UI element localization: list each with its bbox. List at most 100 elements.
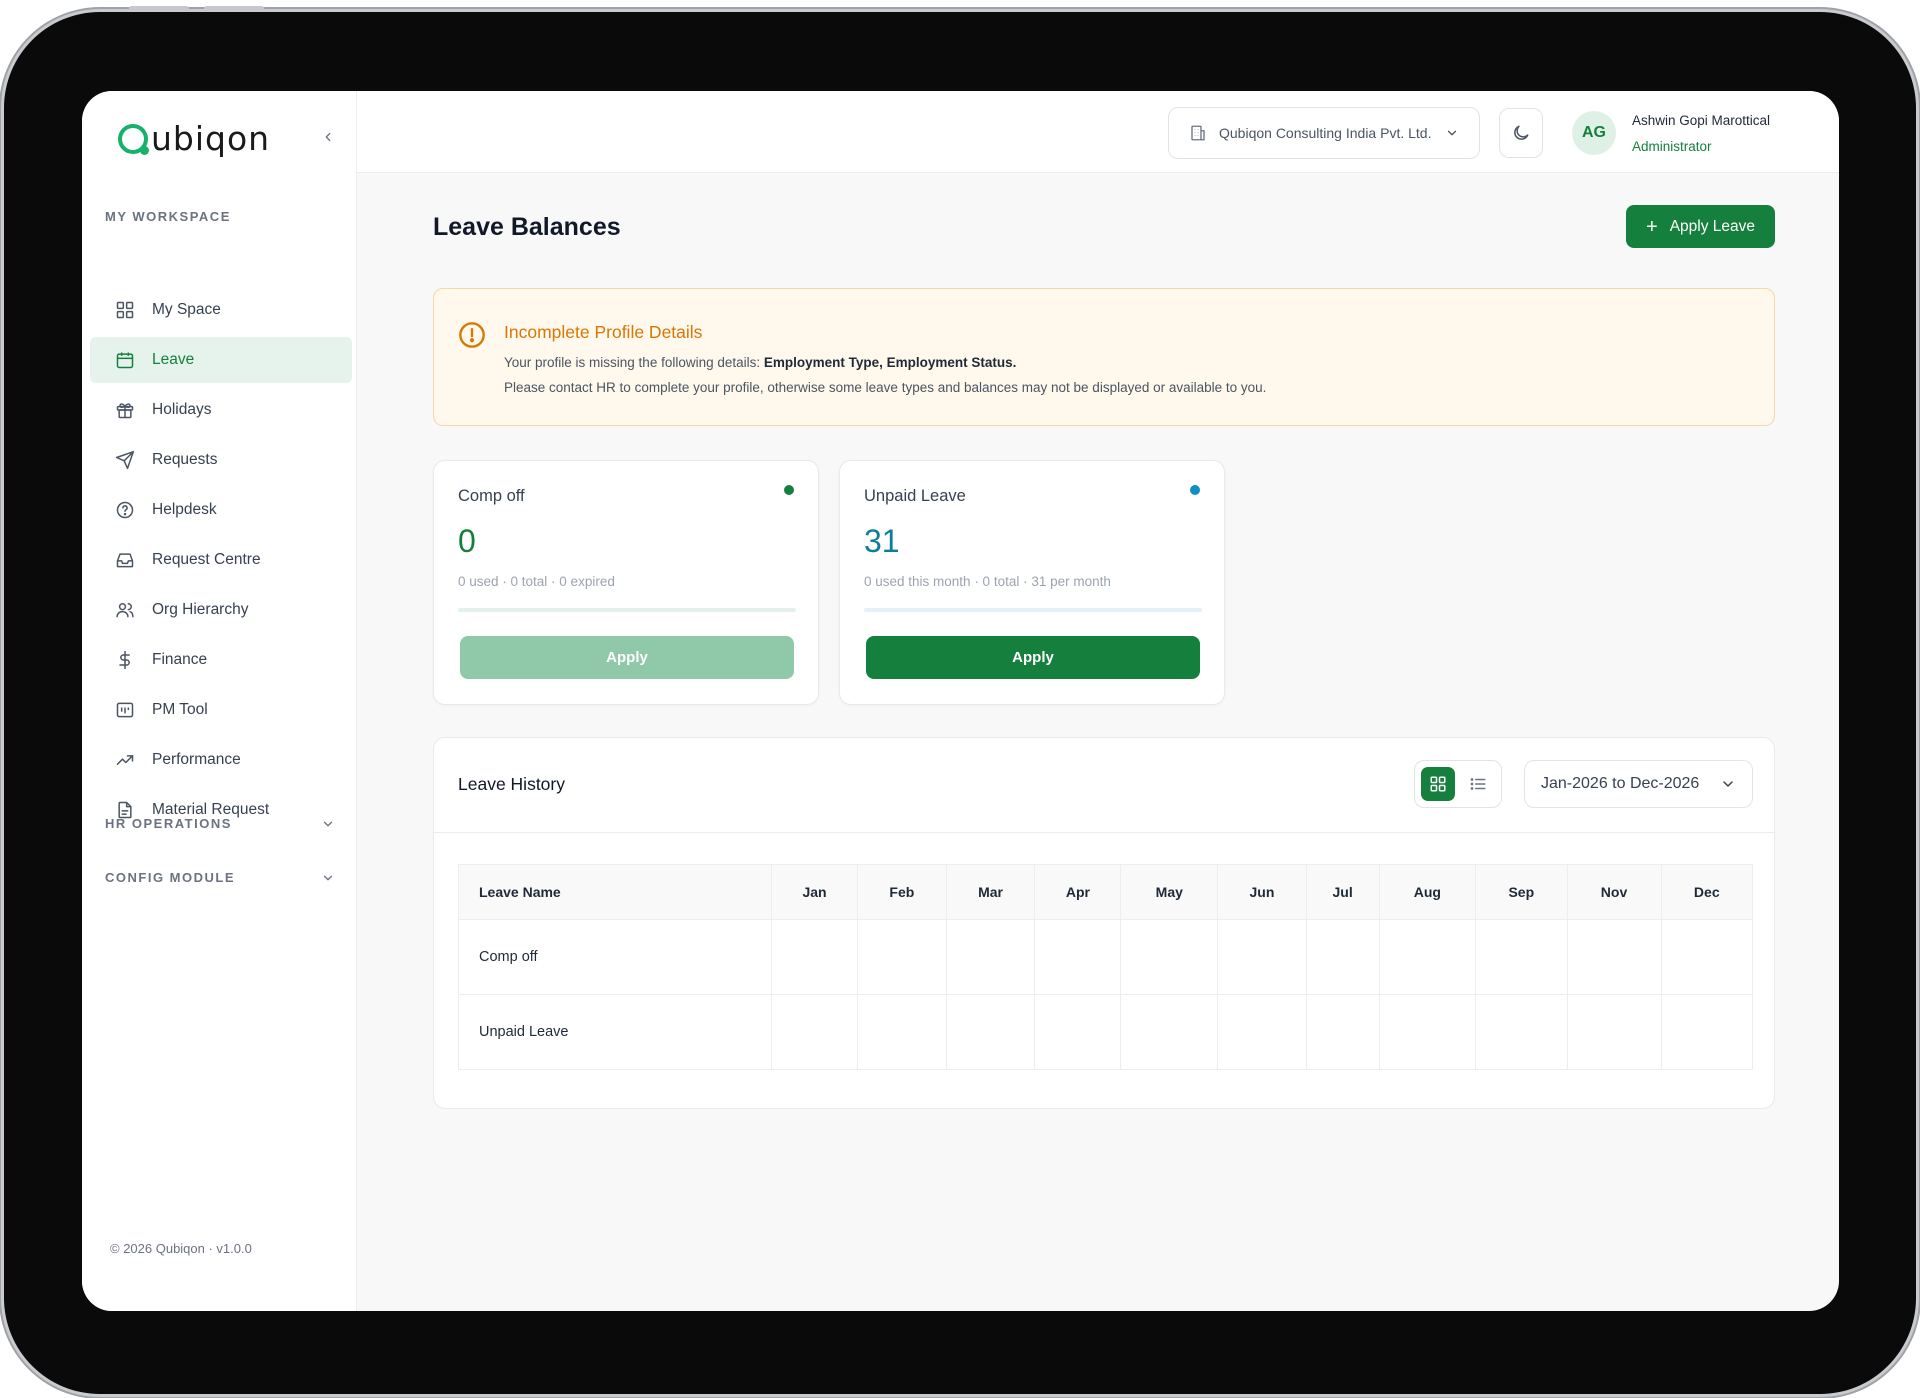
- logo-text: ubiqon: [151, 119, 271, 158]
- column-header-month: Jun: [1217, 864, 1307, 920]
- view-toggle: [1414, 760, 1502, 808]
- grid-icon: [114, 299, 136, 321]
- dollar-icon: [114, 649, 136, 671]
- divider: [434, 832, 1774, 833]
- sidebar-item-label: Request Centre: [152, 551, 261, 568]
- column-header-month: Dec: [1660, 864, 1754, 920]
- sidebar-item-org-hierarchy[interactable]: Org Hierarchy: [90, 587, 352, 633]
- section-toggle-config-module[interactable]: CONFIG MODULE: [105, 870, 335, 885]
- month-cell: [1034, 994, 1122, 1070]
- month-cell: [1660, 919, 1754, 995]
- card-subtitle: 0 used this month · 0 total · 31 per mon…: [864, 574, 1111, 589]
- month-cell: [1566, 919, 1662, 995]
- month-cell: [1475, 994, 1568, 1070]
- progress-track: [864, 608, 1202, 612]
- sidebar-item-pm-tool[interactable]: PM Tool: [90, 687, 352, 733]
- users-icon: [114, 599, 136, 621]
- sidebar: ubiqon MY WORKSPACE My Space Leave Holid…: [82, 91, 357, 1311]
- copyright-text: © 2026 Qubiqon · v1.0.0: [110, 1241, 252, 1256]
- sidebar-item-label: Leave: [152, 351, 195, 368]
- chevron-down-icon: [323, 821, 333, 826]
- section-toggle-label: HR OPERATIONS: [105, 816, 232, 831]
- column-header-month: Nov: [1566, 864, 1662, 920]
- incomplete-profile-alert: Incomplete Profile Details Your profile …: [433, 288, 1775, 426]
- sidebar-item-holidays[interactable]: Holidays: [90, 387, 352, 433]
- alert-text: Your profile is missing the following de…: [504, 355, 764, 370]
- logo-mark-icon: [118, 123, 149, 155]
- page-title: Leave Balances: [433, 213, 621, 241]
- month-cell: [1378, 994, 1477, 1070]
- month-cell: [1660, 994, 1754, 1070]
- status-dot: [784, 485, 794, 495]
- grid-view-button[interactable]: [1421, 767, 1455, 801]
- volume-button: [204, 6, 264, 11]
- plus-icon: +: [1646, 215, 1658, 238]
- column-header-month: Sep: [1475, 864, 1568, 920]
- user-role: Administrator: [1632, 139, 1712, 154]
- month-cell: [1034, 919, 1122, 995]
- month-cell: [857, 919, 947, 995]
- card-title: Comp off: [458, 487, 525, 505]
- send-icon: [114, 449, 136, 471]
- column-header-month: Apr: [1034, 864, 1122, 920]
- apply-unpaid-leave-button[interactable]: Apply: [866, 636, 1200, 679]
- leave-history-title: Leave History: [458, 774, 565, 794]
- sidebar-item-finance[interactable]: Finance: [90, 637, 352, 683]
- table-row: Comp off: [458, 919, 1754, 995]
- sidebar-item-label: Performance: [152, 751, 241, 768]
- topbar: Qubiqon Consulting India Pvt. Ltd. AG As…: [357, 91, 1839, 173]
- apply-comp-off-button[interactable]: Apply: [460, 636, 794, 679]
- sidebar-item-helpdesk[interactable]: Helpdesk: [90, 487, 352, 533]
- list-view-button[interactable]: [1461, 767, 1495, 801]
- date-range-select[interactable]: Jan-2026 to Dec-2026: [1524, 760, 1753, 808]
- alert-missing-fields: Employment Type, Employment Status.: [763, 355, 1017, 370]
- balance-card-unpaid-leave: Unpaid Leave 31 0 used this month · 0 to…: [839, 460, 1225, 705]
- section-toggle-hr-operations[interactable]: HR OPERATIONS: [105, 816, 335, 831]
- month-cell: [857, 994, 947, 1070]
- sidebar-item-performance[interactable]: Performance: [90, 737, 352, 783]
- status-dot: [1190, 485, 1200, 495]
- sidebar-item-requests[interactable]: Requests: [90, 437, 352, 483]
- leave-history-panel: Leave History Jan-2026 to Dec-2026 Leave…: [433, 737, 1775, 1109]
- building-icon: [1191, 125, 1205, 141]
- sidebar-item-my-space[interactable]: My Space: [90, 287, 352, 333]
- avatar[interactable]: AG: [1572, 111, 1616, 155]
- theme-toggle-button[interactable]: [1499, 108, 1543, 158]
- column-header-month: Jul: [1305, 864, 1380, 920]
- moon-icon: [1514, 125, 1529, 140]
- chevron-down-icon: [1447, 130, 1457, 136]
- sidebar-item-request-centre[interactable]: Request Centre: [90, 537, 352, 583]
- apply-leave-label: Apply Leave: [1669, 217, 1755, 235]
- sidebar-item-label: Org Hierarchy: [152, 601, 249, 618]
- apply-leave-button[interactable]: + Apply Leave: [1626, 205, 1775, 248]
- month-cell: [1120, 994, 1219, 1070]
- chevron-left-icon: [325, 132, 331, 142]
- sidebar-item-leave[interactable]: Leave: [90, 337, 352, 383]
- month-cell: [1566, 994, 1662, 1070]
- alert-circle-icon: [459, 322, 485, 348]
- leave-name-cell: Unpaid Leave: [458, 994, 772, 1070]
- help-circle-icon: [114, 499, 136, 521]
- month-cell: [1120, 919, 1219, 995]
- card-title: Unpaid Leave: [864, 487, 966, 505]
- sidebar-nav: My Space Leave Holidays Requests Helpdes…: [90, 287, 352, 837]
- column-header-month: Aug: [1378, 864, 1477, 920]
- leave-name-cell: Comp off: [458, 919, 772, 995]
- month-cell: [1305, 919, 1380, 995]
- sidebar-item-label: Helpdesk: [152, 501, 217, 518]
- alert-line-missing: Your profile is missing the following de…: [504, 355, 1016, 370]
- date-range-value: Jan-2026 to Dec-2026: [1541, 775, 1700, 792]
- app-screen: ubiqon MY WORKSPACE My Space Leave Holid…: [82, 91, 1839, 1311]
- sidebar-item-label: Requests: [152, 451, 218, 468]
- month-cell: [770, 919, 859, 995]
- section-toggle-label: CONFIG MODULE: [105, 870, 235, 885]
- month-cell: [1378, 919, 1477, 995]
- company-select[interactable]: Qubiqon Consulting India Pvt. Ltd.: [1168, 107, 1480, 159]
- month-cell: [1305, 994, 1380, 1070]
- sidebar-item-label: PM Tool: [152, 701, 208, 718]
- grid-icon: [1430, 776, 1446, 792]
- sidebar-collapse-button[interactable]: [317, 127, 339, 149]
- card-subtitle: 0 used · 0 total · 0 expired: [458, 574, 615, 589]
- table-row: Unpaid Leave: [458, 994, 1754, 1070]
- balance-card-comp-off: Comp off 0 0 used · 0 total · 0 expired …: [433, 460, 819, 705]
